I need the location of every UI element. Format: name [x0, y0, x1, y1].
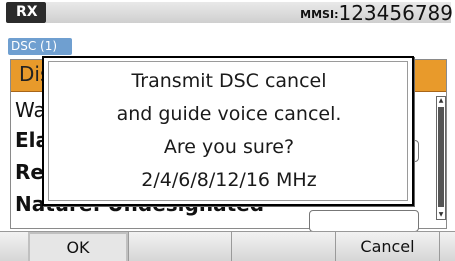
cancel-button[interactable]: Cancel	[336, 232, 440, 261]
list-scrollbar[interactable]: ▲ ▼	[436, 96, 446, 220]
mmsi-display: MMSI:123456789	[300, 1, 453, 25]
dialog-message-line: Are you sure?	[163, 136, 295, 158]
dsc-tab[interactable]: DSC (1)	[8, 38, 72, 55]
scroll-thumb[interactable]	[438, 107, 444, 207]
ok-button[interactable]: OK	[28, 232, 128, 261]
mmsi-label: MMSI:	[300, 8, 339, 21]
scroll-up-icon[interactable]: ▲	[437, 97, 445, 105]
confirm-dialog: Transmit DSC cancel and guide voice canc…	[42, 56, 414, 206]
mmsi-value: 123456789	[338, 1, 453, 25]
dialog-message-line: Transmit DSC cancel	[131, 70, 327, 92]
dialog-frequency-line: 2/4/6/8/12/16 MHz	[141, 169, 317, 191]
softkey-bar: OK Cancel	[0, 231, 455, 261]
status-bar: RX MMSI:123456789	[0, 0, 455, 28]
softkey-3[interactable]	[232, 232, 336, 261]
dialog-body: Transmit DSC cancel and guide voice canc…	[48, 61, 408, 201]
softkey-2[interactable]	[128, 232, 232, 261]
value-box	[309, 210, 419, 232]
dialog-message-line: and guide voice cancel.	[116, 103, 342, 125]
rx-mode-badge: RX	[6, 2, 46, 23]
scroll-down-icon[interactable]: ▼	[437, 211, 445, 219]
